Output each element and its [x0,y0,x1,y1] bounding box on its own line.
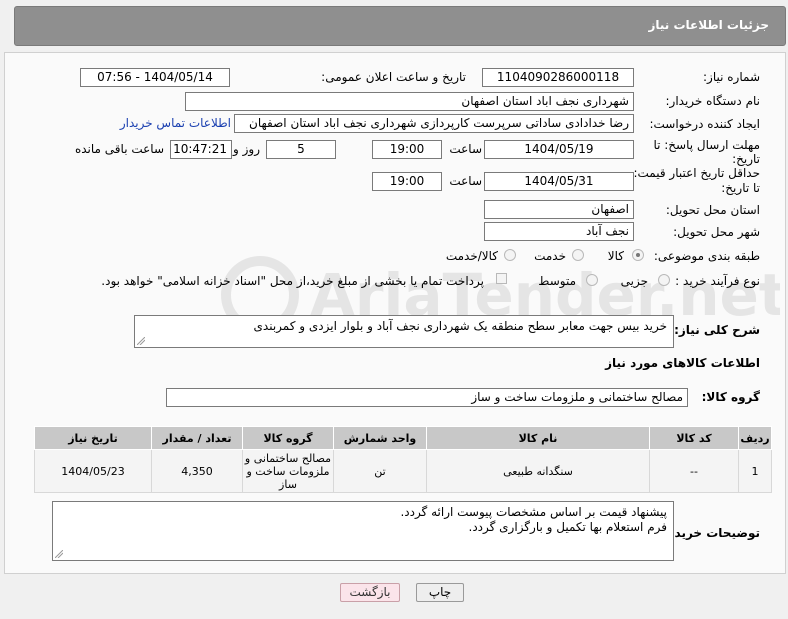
process-radio-minor[interactable] [658,274,670,286]
page-header: جزئیات اطلاعات نیاز [14,6,786,46]
col-name: نام کالا [426,426,650,450]
process-label: نوع فرآیند خرید : [675,274,760,288]
table-row: 1 -- سنگدانه طبیعی تن مصالح ساختمانی و م… [34,449,772,493]
buyer-org-field: شهرداری نجف اباد استان اصفهان [185,92,634,111]
cell-group: مصالح ساختمانی و ملزومات ساخت و ساز [242,449,334,493]
category-service-label: خدمت [534,249,566,263]
col-code: کد کالا [649,426,739,450]
category-radio-service[interactable] [572,249,584,261]
need-number-field: 1104090286000118 [482,68,634,87]
treasury-payment-note: پرداخت تمام یا بخشی از مبلغ خرید،از محل … [101,274,484,288]
back-button[interactable]: بازگشت [340,583,400,602]
buyer-notes-line-2: فرم استعلام بها تکمیل و بارگزاری گردد. [468,520,667,534]
goods-group-label: گروه کالا: [701,390,760,404]
process-radio-medium[interactable] [586,274,598,286]
deadline-label-2: تاریخ: [732,152,760,166]
goods-table: ردیف کد کالا نام کالا واحد شمارش گروه کا… [34,426,772,493]
treasury-payment-checkbox[interactable] [496,273,507,284]
creator-label: ایجاد کننده درخواست: [649,117,760,131]
description-textarea: خرید بیس جهت معابر سطح منطقه یک شهرداری … [134,315,674,348]
days-label: روز و [233,142,260,156]
buyer-notes-line-1: پیشنهاد قیمت بر اساس مشخصات پیوست ارائه … [400,505,667,519]
cell-row: 1 [738,449,772,493]
deadline-date-field: 1404/05/19 [484,140,634,159]
validity-time-label: ساعت [449,174,482,188]
process-medium-label: متوسط [538,274,576,288]
category-radio-goods-service[interactable] [504,249,516,261]
remaining-label: ساعت باقی مانده [74,142,164,156]
cell-quantity: 4,350 [151,449,243,493]
cell-name: سنگدانه طبیعی [426,449,650,493]
resize-grip-icon[interactable] [55,550,63,558]
deadline-time-label: ساعت [449,142,482,156]
process-minor-label: جزیی [620,274,648,288]
category-goods-label: کالا [607,249,624,263]
validity-label-2: تا تاریخ: [721,181,760,195]
col-unit: واحد شمارش [333,426,427,450]
table-header-row: ردیف کد کالا نام کالا واحد شمارش گروه کا… [34,426,772,450]
description-text: خرید بیس جهت معابر سطح منطقه یک شهرداری … [253,319,667,333]
deadline-time-field: 19:00 [372,140,442,159]
province-field: اصفهان [484,200,634,219]
days-field: 5 [266,140,336,159]
city-label: شهر محل تحویل: [673,225,760,239]
category-radio-goods[interactable] [632,249,644,261]
page-title: جزئیات اطلاعات نیاز [648,18,769,32]
creator-field: رضا خدادادی ساداتی سرپرست کارپردازی شهرد… [234,114,634,133]
announce-field: 1404/05/14 - 07:56 [80,68,230,87]
need-number-label: شماره نیاز: [703,70,760,84]
col-group: گروه کالا [242,426,334,450]
validity-time-field: 19:00 [372,172,442,191]
print-button[interactable]: چاپ [416,583,464,602]
category-label: طبقه بندی موضوعی: [653,249,760,263]
city-field: نجف آباد [484,222,634,241]
goods-info-title: اطلاعات کالاهای مورد نیاز [605,356,760,370]
resize-grip-icon[interactable] [137,337,145,345]
col-row: ردیف [738,426,772,450]
cell-unit: تن [333,449,427,493]
category-goods-service-label: کالا/خدمت [445,249,498,263]
remaining-time-field: 10:47:21 [170,140,232,159]
cell-code: -- [649,449,739,493]
col-need-date: تاریخ نیاز [34,426,152,450]
validity-label: حداقل تاریخ اعتبار قیمت: [633,166,760,180]
goods-group-field: مصالح ساختمانی و ملزومات ساخت و ساز [166,388,688,407]
deadline-label: مهلت ارسال پاسخ: تا [653,138,760,152]
province-label: استان محل تحویل: [665,203,760,217]
cell-need-date: 1404/05/23 [34,449,152,493]
announce-label: تاریخ و ساعت اعلان عمومی: [321,70,466,84]
col-quantity: تعداد / مقدار [151,426,243,450]
validity-date-field: 1404/05/31 [484,172,634,191]
buyer-org-label: نام دستگاه خریدار: [665,94,761,108]
description-label: شرح کلی نیاز: [674,323,760,337]
contact-info-link[interactable]: اطلاعات تماس خریدار [120,116,231,130]
buyer-notes-textarea: پیشنهاد قیمت بر اساس مشخصات پیوست ارائه … [52,501,674,561]
